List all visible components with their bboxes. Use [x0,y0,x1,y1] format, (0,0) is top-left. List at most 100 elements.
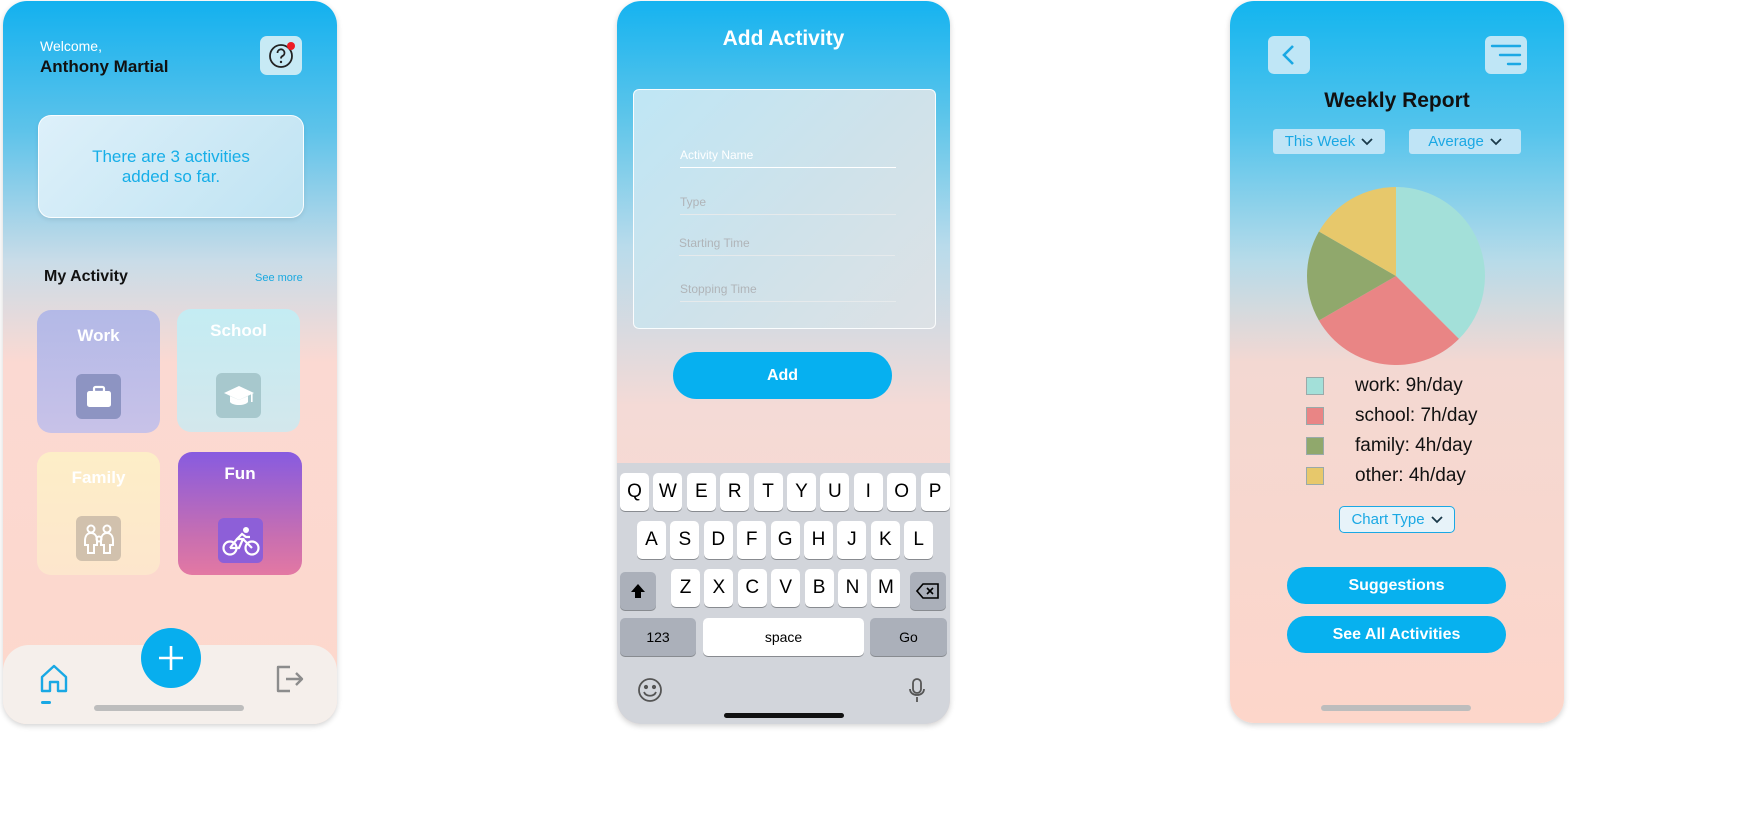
activity-form: Activity Name Type Starting Time Stoppin… [633,89,936,329]
help-button[interactable] [260,36,302,75]
key-l[interactable]: L [904,521,934,559]
backspace-icon [916,583,939,599]
stopping-time-field[interactable]: Stopping Time [680,282,896,302]
emoji-icon[interactable] [637,677,663,708]
key-a[interactable]: A [637,521,666,559]
key-b[interactable]: B [804,569,834,607]
see-all-activities-button[interactable]: See All Activities [1287,616,1506,653]
key-n[interactable]: N [838,569,867,607]
key-u[interactable]: U [820,473,850,511]
tile-fun[interactable]: Fun [178,452,302,575]
legend-swatch [1306,467,1324,485]
tile-label: Work [77,326,120,345]
tile-label: Fun [224,464,256,483]
chevron-left-icon [1282,45,1294,65]
shift-icon [631,584,645,598]
key-i[interactable]: I [853,473,883,511]
chevron-down-icon [1430,515,1443,523]
home-icon[interactable] [39,663,69,700]
key-z[interactable]: Z [671,569,700,607]
key-f[interactable]: F [737,521,767,559]
bicycle-icon [218,518,263,563]
key-q[interactable]: Q [620,473,649,511]
menu-icon [1490,44,1522,66]
home-indicator [1321,705,1471,711]
chart-type-value: Chart Type [1351,511,1425,528]
space-key[interactable]: space [703,618,864,656]
legend-swatch [1306,437,1324,455]
metric-dropdown[interactable]: Average [1409,129,1521,154]
activity-name-field[interactable]: Activity Name [680,148,896,168]
welcome-text: Welcome, [40,38,102,54]
period-dropdown[interactable]: This Week [1273,129,1385,154]
key-k[interactable]: K [870,521,900,559]
activity-count-card: There are 3 activities added so far. [38,115,304,218]
chevron-down-icon [1490,137,1502,145]
add-activity-screen: Add Activity Activity Name Type Starting… [617,1,950,724]
key-w[interactable]: W [653,473,683,511]
logout-icon[interactable] [275,664,305,699]
legend-item: other: 4h/day [1306,465,1466,487]
pie-chart [1307,187,1485,365]
key-h[interactable]: H [804,521,833,559]
keyboard: QWERTYUIOP ASDFGHJKL ZXCVBNM 123 space Go [617,463,950,724]
legend-item: work: 9h/day [1306,375,1463,397]
key-e[interactable]: E [686,473,716,511]
starting-time-field[interactable]: Starting Time [679,236,895,256]
tile-family[interactable]: Family [37,452,160,575]
go-key[interactable]: Go [870,618,947,656]
family-icon [76,516,121,561]
key-c[interactable]: C [737,569,767,607]
briefcase-icon [76,374,121,419]
key-j[interactable]: J [837,521,867,559]
key-g[interactable]: G [770,521,800,559]
key-r[interactable]: R [720,473,750,511]
add-button[interactable]: Add [673,352,892,399]
menu-button[interactable] [1485,36,1527,74]
legend-item: school: 7h/day [1306,405,1478,427]
home-indicator [724,713,844,718]
plus-icon [159,646,183,670]
legend-label: work: 9h/day [1355,375,1463,396]
see-more-link[interactable]: See more [255,272,303,284]
microphone-icon[interactable] [909,677,925,708]
chart-type-dropdown[interactable]: Chart Type [1339,506,1455,533]
legend-label: family: 4h/day [1355,435,1473,456]
suggestions-button[interactable]: Suggestions [1287,567,1506,604]
tile-work[interactable]: Work [37,310,160,433]
legend-label: other: 4h/day [1355,465,1466,486]
backspace-key[interactable] [910,572,946,610]
key-o[interactable]: O [887,473,917,511]
period-dropdown-value: This Week [1284,133,1356,150]
key-m[interactable]: M [871,569,901,607]
report-title: Weekly Report [1324,89,1470,112]
active-tab-indicator [41,701,51,704]
back-button[interactable] [1268,36,1310,74]
user-name: Anthony Martial [40,57,169,76]
type-field[interactable]: Type [680,195,896,215]
add-activity-button[interactable] [141,628,201,688]
activity-count-text: There are 3 activities added so far. [92,146,250,186]
section-title: My Activity [44,268,128,285]
notification-dot [287,42,295,50]
tile-label: Family [71,468,126,487]
key-s[interactable]: S [670,521,700,559]
metric-dropdown-value: Average [1428,133,1484,150]
tile-school[interactable]: School [177,309,300,432]
legend-label: school: 7h/day [1355,405,1478,426]
home-screen: Welcome, Anthony Martial There are 3 act… [3,1,337,724]
tile-label: School [210,321,267,340]
key-p[interactable]: P [920,473,950,511]
legend-swatch [1306,407,1324,425]
key-t[interactable]: T [753,473,783,511]
key-d[interactable]: D [703,521,733,559]
key-x[interactable]: X [704,569,734,607]
home-indicator [94,705,244,711]
legend-swatch [1306,377,1324,395]
shift-key[interactable] [620,572,656,610]
key-v[interactable]: V [771,569,801,607]
graduation-cap-icon [216,373,261,418]
screen-title: Add Activity [722,27,845,50]
numbers-key[interactable]: 123 [620,618,696,656]
key-y[interactable]: Y [787,473,816,511]
